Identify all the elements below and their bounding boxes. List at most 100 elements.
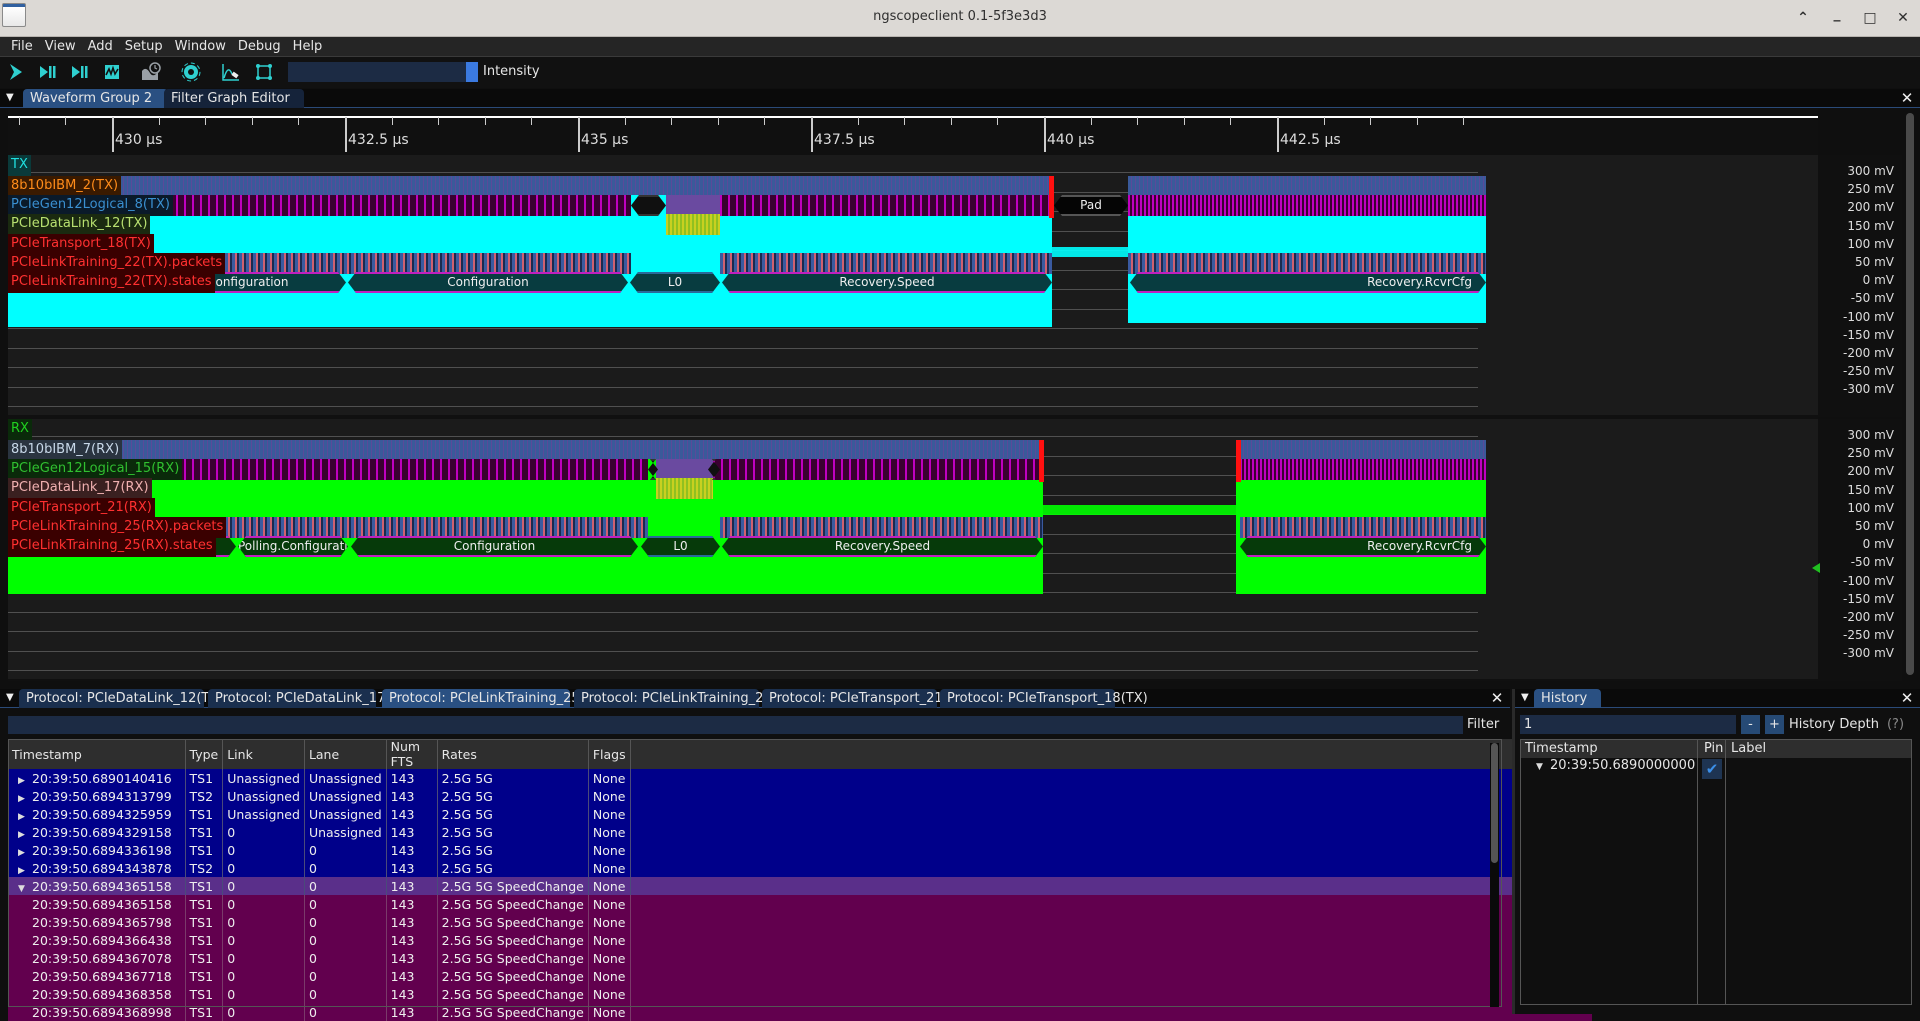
channel-label[interactable]: PCIeGen12Logical_8(TX): [8, 195, 173, 216]
link-state-block[interactable]: Configuration: [348, 272, 628, 293]
channel-label[interactable]: PCIeLinkTraining_22(TX).states: [8, 272, 215, 293]
table-row[interactable]: 20:39:50.6894368358 TS1 0 0 143 2.5G 5G Speed…: [8, 985, 1593, 1003]
dock-menu-icon[interactable]: ▼: [6, 92, 16, 104]
waveform-group-tx[interactable]: Pad onfiguration Configuration L0 Recovery.S…: [8, 155, 1818, 415]
intensity-slider-handle[interactable]: [466, 62, 478, 82]
scrollbar-thumb[interactable]: [1906, 113, 1914, 675]
menu-setup[interactable]: Setup: [119, 37, 169, 57]
column-header[interactable]: Num FTS: [386, 739, 438, 769]
group-label-rx[interactable]: RX: [8, 419, 32, 440]
intensity-slider[interactable]: [288, 62, 478, 82]
expand-icon[interactable]: ▶: [18, 830, 32, 840]
table-row[interactable]: ▶ 20:39:50.6894313799 TS2 Unassigned Unassig…: [8, 787, 1593, 805]
symbol-lane-8b10b[interactable]: [1128, 176, 1486, 197]
channel-label[interactable]: 8b10bIBM_2(TX): [8, 176, 122, 197]
menu-debug[interactable]: Debug: [232, 37, 287, 57]
channel-label[interactable]: PCIeDataLink_17(RX): [8, 478, 152, 499]
table-row[interactable]: ▶ 20:39:50.6894336198 TS1 0 0 143 2.5G 5G None: [8, 841, 1593, 859]
column-header[interactable]: Flags: [588, 739, 631, 769]
link-state-block[interactable]: Recovery.RcvrCfg: [1130, 272, 1486, 293]
channel-label[interactable]: 8b10bIBM_7(RX): [8, 440, 123, 461]
table-row[interactable]: 20:39:50.6894366438 TS1 0 0 143 2.5G 5G Speed…: [8, 931, 1593, 949]
channel-label[interactable]: PCIeDataLink_12(TX): [8, 214, 151, 235]
menu-add[interactable]: Add: [82, 37, 119, 57]
packet-lane[interactable]: [720, 253, 1052, 274]
pin-checkbox[interactable]: ✔: [1702, 759, 1722, 779]
sync-button[interactable]: [180, 61, 202, 83]
link-state-block[interactable]: L0: [641, 536, 720, 557]
expand-icon[interactable]: ▶: [18, 794, 32, 804]
single-trigger-button[interactable]: [36, 61, 58, 83]
logical-data-block[interactable]: [656, 459, 713, 480]
link-state-block[interactable]: Polling.Configuration: [238, 536, 348, 557]
protocol-tab[interactable]: Protocol: PCIeTransport_21(RX): [762, 689, 971, 708]
symbol-lane-logical[interactable]: [1236, 459, 1486, 480]
protocol-table-scrollbar[interactable]: [1490, 743, 1499, 1007]
expand-icon[interactable]: ▶: [18, 776, 32, 786]
scrollbar-thumb[interactable]: [1491, 743, 1498, 863]
symbol-lane-8b10b[interactable]: [1236, 440, 1486, 461]
column-header[interactable]: Lane: [304, 739, 387, 769]
menu-window[interactable]: Window: [169, 37, 232, 57]
symbol-lane-8b10b[interactable]: [8, 440, 1043, 461]
column-header-label[interactable]: Label: [1731, 741, 1766, 756]
minimize-button[interactable]: _: [1827, 4, 1847, 24]
column-header[interactable]: Link: [222, 739, 305, 769]
link-state-block[interactable]: Recovery.RcvrCfg: [1240, 536, 1486, 557]
logical-data-block[interactable]: [666, 195, 720, 216]
expand-icon[interactable]: ▶: [18, 848, 32, 858]
group-label-tx[interactable]: TX: [8, 155, 31, 176]
symbol-lane-8b10b[interactable]: [8, 176, 1052, 197]
shade-button[interactable]: ⌃: [1793, 8, 1813, 28]
expand-icon[interactable]: ▶: [18, 812, 32, 822]
packet-lane[interactable]: [1128, 253, 1486, 274]
history-depth-input[interactable]: 1: [1520, 715, 1736, 734]
start-trigger-button[interactable]: [5, 61, 27, 83]
symbol-lane-logical[interactable]: [720, 195, 1052, 216]
menu-help[interactable]: Help: [287, 37, 329, 57]
expand-icon[interactable]: ▼: [1536, 762, 1550, 772]
history-row[interactable]: ▼ 20:39:50.6890000000: [1536, 758, 1695, 776]
table-row[interactable]: 20:39:50.6894365158 TS1 0 0 143 2.5G 5G Speed…: [8, 895, 1593, 913]
channel-label[interactable]: PCIeTransport_21(RX): [8, 498, 155, 519]
tab-history[interactable]: History: [1534, 689, 1601, 708]
table-row[interactable]: ▶ 20:39:50.6894329158 TS1 0 Unassigned 143 2.5…: [8, 823, 1593, 841]
menu-view[interactable]: View: [39, 37, 82, 57]
link-state-block[interactable]: Recovery.Speed: [722, 272, 1052, 293]
history-button[interactable]: [140, 61, 162, 83]
channel-label[interactable]: PCIeTransport_18(TX): [8, 234, 154, 255]
protocol-tab[interactable]: Protocol: PCIeDataLink_12(TX): [19, 689, 223, 708]
channel-label[interactable]: PCIeLinkTraining_25(RX).packets: [8, 517, 227, 538]
table-row[interactable]: ▼ 20:39:50.6894365158 TS1 0 0 143 2.5G 5G Spee…: [8, 877, 1593, 895]
table-row[interactable]: 20:39:50.6894368998 TS1 0 0 143 2.5G 5G Speed…: [8, 1003, 1593, 1021]
table-row[interactable]: 20:39:50.6894367718 TS1 0 0 143 2.5G 5G Speed…: [8, 967, 1593, 985]
channel-label[interactable]: PCIeGen12Logical_15(RX): [8, 459, 183, 480]
table-row[interactable]: ▶ 20:39:50.6894343878 TS2 0 0 143 2.5G 5G None: [8, 859, 1593, 877]
channel-label[interactable]: PCIeLinkTraining_25(RX).states: [8, 536, 216, 557]
trigger-level-marker[interactable]: [1812, 563, 1820, 573]
packet-lane[interactable]: [720, 517, 1043, 538]
dock-menu-icon[interactable]: ▼: [6, 692, 16, 704]
column-header[interactable]: Timestamp: [8, 739, 186, 769]
eye-pattern-button[interactable]: [220, 61, 242, 83]
column-header[interactable]: Rates: [437, 739, 589, 769]
waveform-group-rx[interactable]: Polling.Configuration Configuration L0 Reco…: [8, 419, 1818, 679]
table-row[interactable]: ▶ 20:39:50.6890140416 TS1 Unassigned Unassig…: [8, 769, 1593, 787]
protocol-tab[interactable]: Protocol: PCIeLinkTraining_22(TX): [574, 689, 799, 708]
table-row[interactable]: ▶ 20:39:50.6894325959 TS1 Unassigned Unassig…: [8, 805, 1593, 823]
dock-menu-icon[interactable]: ▼: [1521, 692, 1531, 704]
history-depth-decrement[interactable]: -: [1741, 715, 1760, 734]
table-row[interactable]: 20:39:50.6894367078 TS1 0 0 143 2.5G 5G Speed…: [8, 949, 1593, 967]
protocol-tab[interactable]: Protocol: PCIeTransport_18(TX): [940, 689, 1148, 708]
link-state-block[interactable]: L0: [630, 272, 720, 293]
timeline[interactable]: 430 µs 432.5 µs 435 µs 437.5 µs 440 µs 442.5 …: [8, 109, 1818, 155]
datalink-packet-block[interactable]: [656, 478, 713, 499]
expand-icon[interactable]: ▶: [18, 866, 32, 876]
logical-symbol-pad[interactable]: Pad: [1054, 195, 1128, 216]
column-header-pin[interactable]: Pin: [1704, 741, 1723, 756]
symbol-lane-logical[interactable]: [1128, 195, 1486, 216]
datalink-packet-block[interactable]: [666, 214, 720, 235]
channel-label[interactable]: PCIeLinkTraining_22(TX).packets: [8, 253, 226, 274]
close-protocol-dock-button[interactable]: ✕: [1489, 689, 1505, 708]
link-state-block[interactable]: Configuration: [351, 536, 638, 557]
